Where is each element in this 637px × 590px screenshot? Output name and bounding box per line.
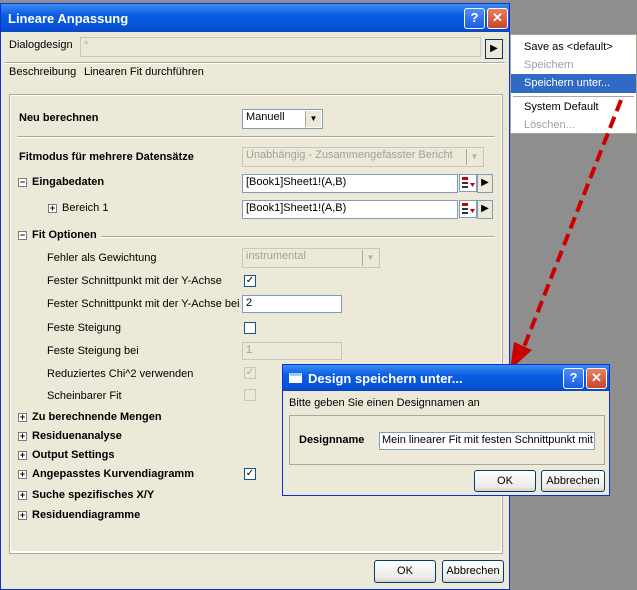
fester-schnittpunkt-label: Fester Schnittpunkt mit der Y-Achse — [47, 275, 222, 287]
dialogdesign-label: Dialogdesign — [9, 39, 73, 51]
save-dialog-help-button[interactable]: ? — [563, 368, 584, 389]
chevron-down-icon: ▼ — [466, 149, 482, 165]
dialogdesign-field[interactable]: * — [80, 37, 481, 57]
annotation-arrow — [510, 99, 623, 370]
arrow-shaft — [520, 99, 623, 353]
design-name-input[interactable]: Mein linearer Fit mit festen Schnittpunk… — [379, 432, 595, 450]
menu-item-save-as-default[interactable]: Save as <default> — [511, 38, 636, 57]
triangle-right-icon: ▶ — [490, 43, 498, 54]
beschreibung-field: Linearen Fit durchführen — [80, 64, 503, 82]
select-range-button[interactable] — [459, 174, 477, 192]
fitmodus-label: Fitmodus für mehrere Datensätze — [19, 151, 194, 163]
bereich-label: Bereich 1 — [62, 202, 109, 214]
section-output-settings[interactable]: Output Settings — [32, 449, 115, 461]
triangle-right-icon: ▶ — [481, 177, 489, 188]
window-icon — [289, 373, 302, 383]
section-angepasstes-kurvendiagramm[interactable]: Angepasstes Kurvendiagramm — [32, 468, 194, 480]
neu-berechnen-value: Manuell — [246, 111, 285, 123]
fester-schnittpunkt-checkbox[interactable]: ✓ — [244, 275, 256, 287]
save-dialog-prompt: Bitte geben Sie einen Designnamen an — [289, 397, 480, 409]
ok-button[interactable]: OK — [374, 560, 436, 583]
fester-schnittpunkt-bei-input[interactable]: 2 — [242, 295, 342, 313]
feste-steigung-bei-input[interactable]: 1 — [242, 342, 342, 360]
section-residuenanalyse[interactable]: Residuenanalyse — [32, 430, 122, 442]
expand-bereich-toggle[interactable]: + — [48, 204, 57, 213]
divider — [101, 236, 495, 238]
bereich-input[interactable]: [Book1]Sheet1!(A,B) — [242, 200, 458, 219]
eingabedaten-input[interactable]: [Book1]Sheet1!(A,B) — [242, 174, 458, 193]
reduziertes-chi-checkbox[interactable]: ✓ — [244, 367, 256, 379]
save-dialog-ok-button[interactable]: OK — [474, 470, 536, 492]
neu-berechnen-select[interactable]: Manuell ▼ — [242, 109, 323, 129]
expand-section-toggle[interactable]: + — [18, 432, 27, 441]
section-suche-spezifisches-xy[interactable]: Suche spezifisches X/Y — [32, 489, 154, 501]
save-dialog-close-button[interactable]: ✕ — [586, 368, 607, 389]
dialogdesign-menu-button[interactable]: ▶ — [485, 39, 503, 59]
bereich-menu-button[interactable]: ▶ — [477, 200, 493, 219]
save-dialog-title: Design speichern unter... — [308, 371, 463, 386]
collapse-fit-optionen-toggle[interactable]: − — [18, 231, 27, 240]
fehler-value: instrumental — [246, 250, 306, 262]
beschreibung-label: Beschreibung — [9, 66, 77, 78]
expand-section-toggle[interactable]: + — [18, 491, 27, 500]
expand-section-toggle[interactable]: + — [18, 413, 27, 422]
menu-item-speichern[interactable]: Speichern — [511, 56, 636, 75]
chevron-down-icon: ▼ — [362, 250, 378, 266]
fester-schnittpunkt-bei-label: Fester Schnittpunkt mit der Y-Achse bei — [47, 298, 240, 310]
design-name-label: Designname — [299, 434, 365, 446]
fehler-select[interactable]: instrumental ▼ — [242, 248, 380, 268]
reduziertes-chi-label: Reduziertes Chi^2 verwenden — [47, 368, 194, 380]
linear-fit-dialog: Lineare Anpassung ? ✕ Dialogdesign * ▶ B… — [0, 3, 510, 590]
eingabedaten-label: Eingabedaten — [32, 176, 105, 188]
help-button[interactable]: ? — [464, 8, 485, 29]
save-dialog-cancel-button[interactable]: Abbrechen — [541, 470, 605, 492]
divider — [17, 136, 495, 138]
expand-section-toggle[interactable]: + — [18, 451, 27, 460]
cancel-button[interactable]: Abbrechen — [442, 560, 504, 583]
neu-berechnen-label: Neu berechnen — [19, 112, 99, 124]
fitmodus-value: Unabhängig - Zusammengefasster Bericht — [246, 149, 453, 161]
feste-steigung-checkbox[interactable] — [244, 322, 256, 334]
fit-optionen-label: Fit Optionen — [32, 229, 97, 241]
range-picker-icon — [462, 203, 475, 214]
save-design-dialog: Design speichern unter... ? ✕ Bitte gebe… — [282, 364, 610, 496]
close-button[interactable]: ✕ — [487, 8, 508, 29]
fitmodus-select[interactable]: Unabhängig - Zusammengefasster Bericht ▼ — [242, 147, 484, 167]
title-bar[interactable]: Lineare Anpassung ? ✕ — [1, 4, 509, 32]
chevron-down-icon: ▼ — [305, 111, 321, 127]
select-range-button-2[interactable] — [459, 200, 477, 218]
section-zu-berechnende-mengen[interactable]: Zu berechnende Mengen — [32, 411, 162, 423]
design-name-group: Designname Mein linearer Fit mit festen … — [289, 415, 605, 465]
expand-section-toggle[interactable]: + — [18, 511, 27, 520]
expand-section-toggle[interactable]: + — [18, 470, 27, 479]
kurvendiagramm-checkbox[interactable]: ✓ — [244, 468, 256, 480]
section-residuendiagramme[interactable]: Residuendiagramme — [32, 509, 140, 521]
feste-steigung-label: Feste Steigung — [47, 322, 121, 334]
fehler-label: Fehler als Gewichtung — [47, 252, 157, 264]
range-picker-icon — [462, 177, 475, 188]
eingabedaten-menu-button[interactable]: ▶ — [477, 174, 493, 193]
save-dialog-title-bar[interactable]: Design speichern unter... ? ✕ — [283, 365, 609, 391]
window-title: Lineare Anpassung — [8, 11, 129, 26]
collapse-eingabedaten-toggle[interactable]: − — [18, 178, 27, 187]
triangle-right-icon: ▶ — [481, 203, 489, 214]
scheinbarer-fit-checkbox[interactable] — [244, 389, 256, 401]
scheinbarer-fit-label: Scheinbarer Fit — [47, 390, 122, 402]
feste-steigung-bei-label: Feste Steigung bei — [47, 345, 139, 357]
